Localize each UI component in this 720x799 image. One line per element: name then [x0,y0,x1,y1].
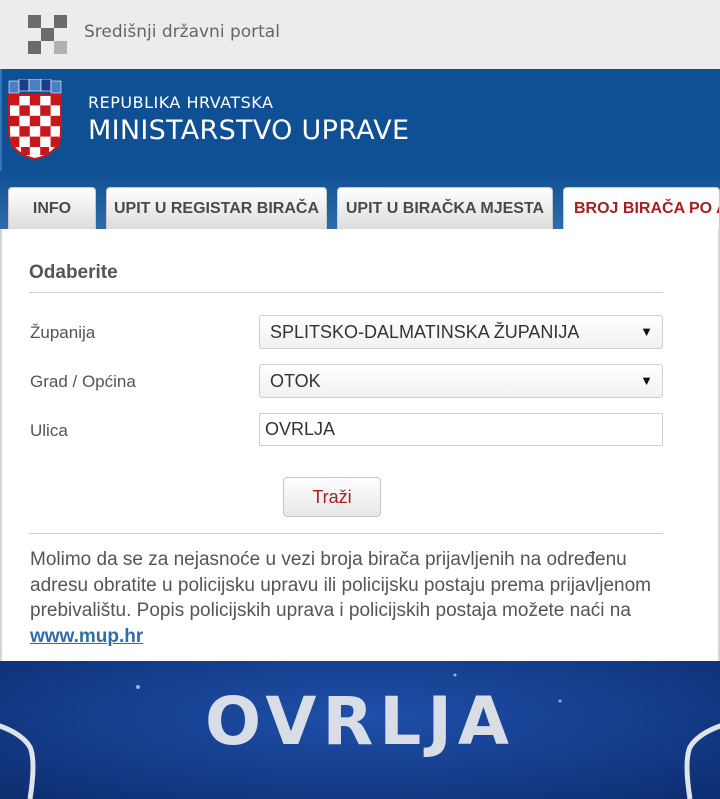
ministry-header: REPUBLIKA HRVATSKA MINISTARSTVO UPRAVE [0,69,720,171]
divider [29,292,663,293]
municipality-select-value: OTOK [270,370,321,391]
tab-voter-registry[interactable]: UPIT U REGISTAR BIRAČA [106,187,327,229]
divider [29,533,663,534]
search-button[interactable]: Traži [283,477,381,517]
street-input[interactable]: OVRLJA [259,413,663,446]
county-label: Županija [30,323,96,342]
street-sign-text: OVRLJA [205,683,515,760]
tab-info[interactable]: INFO [8,187,96,229]
portal-logo-icon[interactable] [28,15,67,54]
portal-title[interactable]: Središnji državni portal [84,22,280,42]
mup-link[interactable]: www.mup.hr [30,626,143,647]
county-select[interactable]: SPLITSKO-DALMATINSKA ŽUPANIJA ▼ [259,315,663,349]
notice-body: Molimo da se za nejasnoće u vezi broja b… [30,549,651,621]
coat-of-arms-icon [8,79,62,159]
county-select-value: SPLITSKO-DALMATINSKA ŽUPANIJA [270,321,580,342]
tab-polling-stations[interactable]: UPIT U BIRAČKA MJESTA [337,187,553,229]
dropdown-arrow-icon: ▼ [640,373,653,388]
portal-bar: Središnji državni portal [0,0,720,69]
ministry-subtitle: REPUBLIKA HRVATSKA [88,93,274,112]
ministry-title: MINISTARSTVO UPRAVE [88,115,410,146]
street-sign-photo: OVRLJA [0,661,720,799]
notice-text: Molimo da se za nejasnoće u vezi broja b… [30,547,670,649]
dropdown-arrow-icon: ▼ [640,324,653,339]
municipality-select[interactable]: OTOK ▼ [259,364,663,398]
section-title: Odaberite [29,262,118,283]
municipality-label: Grad / Općina [30,372,136,391]
street-label: Ulica [30,421,68,440]
tab-voter-count[interactable]: BROJ BIRAČA PO A [563,187,720,229]
